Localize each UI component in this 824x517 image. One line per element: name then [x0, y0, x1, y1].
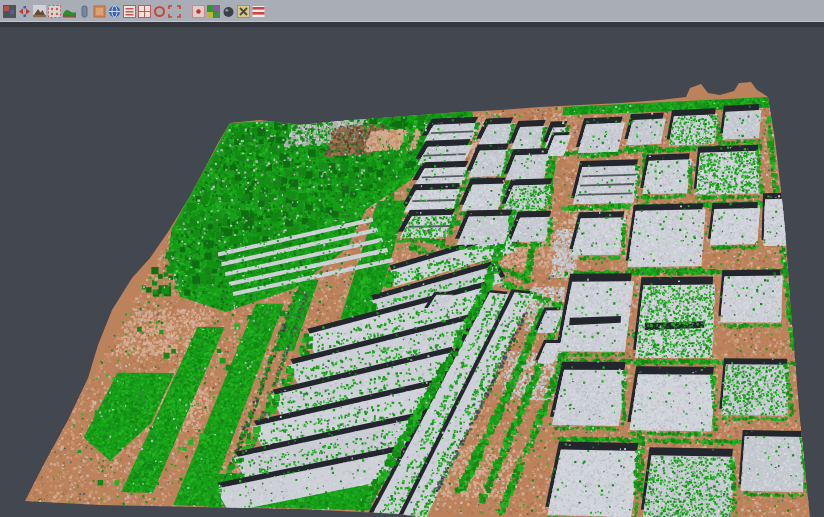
transform-arrows-button[interactable] [17, 4, 31, 19]
toolbar [0, 0, 824, 22]
terrain-model-button[interactable] [62, 4, 76, 19]
class-palette-icon [207, 5, 220, 18]
globe-view-button[interactable] [107, 4, 121, 19]
globe-icon [108, 5, 121, 18]
render-sphere-button[interactable] [221, 4, 235, 19]
zoom-extents-button[interactable] [167, 4, 181, 19]
3d-viewport[interactable] [0, 0, 824, 517]
flag-marker-button[interactable] [236, 4, 250, 19]
application-window [0, 0, 824, 517]
lines-icon [123, 5, 136, 18]
hill-icon [63, 5, 76, 18]
profile-view-button[interactable] [77, 4, 91, 19]
red-grid-icon [138, 5, 151, 18]
dot-square-icon [192, 5, 205, 18]
circle-select-button[interactable] [152, 4, 166, 19]
toolbar-shadow [0, 22, 824, 27]
open-data-button[interactable] [2, 4, 16, 19]
dots-grid-icon [48, 5, 61, 18]
orange-square-icon [93, 5, 106, 18]
sphere-icon [222, 5, 235, 18]
dem-surface-button[interactable] [32, 4, 46, 19]
red-grid-button[interactable] [137, 4, 151, 19]
brackets-icon [168, 5, 181, 18]
stripes-icon [252, 5, 265, 18]
orthophoto-button[interactable] [92, 4, 106, 19]
section-stripes-button[interactable] [251, 4, 265, 19]
arrows-icon [18, 5, 31, 18]
column-icon [78, 5, 91, 18]
mountain-icon [33, 5, 46, 18]
dark-grid-icon [3, 5, 16, 18]
attribute-list-button[interactable] [122, 4, 136, 19]
point-selection-button[interactable] [47, 4, 61, 19]
clip-box-button[interactable] [191, 4, 205, 19]
flag-icon [237, 5, 250, 18]
classification-palette-button[interactable] [206, 4, 220, 19]
toolbar-separator [182, 4, 191, 19]
ring-icon [153, 5, 166, 18]
